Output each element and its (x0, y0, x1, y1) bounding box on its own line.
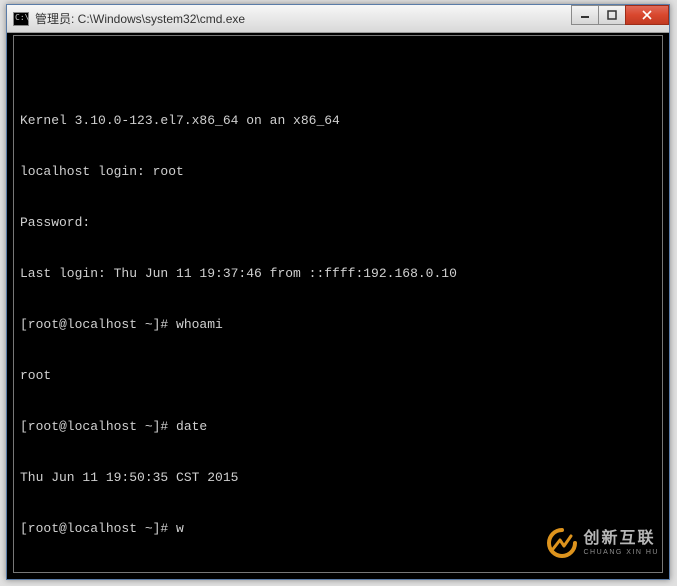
command-prompt-window: 管理员: C:\Windows\system32\cmd.exe Kernel … (6, 4, 670, 580)
terminal-line: [root@localhost ~]# w (20, 520, 656, 537)
terminal-line: Last login: Thu Jun 11 19:37:46 from ::f… (20, 265, 656, 282)
terminal-line: 19:50:36 up 16 min, 2 users, load averag… (20, 571, 656, 573)
maximize-icon (607, 10, 617, 20)
cmd-icon (13, 12, 29, 26)
terminal-line: Password: (20, 214, 656, 231)
close-button[interactable] (625, 5, 669, 25)
terminal-line: [root@localhost ~]# whoami (20, 316, 656, 333)
terminal-line: Kernel 3.10.0-123.el7.x86_64 on an x86_6… (20, 112, 656, 129)
window-controls (572, 5, 669, 25)
minimize-icon (580, 10, 590, 20)
terminal-line: [root@localhost ~]# date (20, 418, 656, 435)
terminal-line: Thu Jun 11 19:50:35 CST 2015 (20, 469, 656, 486)
terminal-line: root (20, 367, 656, 384)
titlebar[interactable]: 管理员: C:\Windows\system32\cmd.exe (7, 5, 669, 33)
terminal-output[interactable]: Kernel 3.10.0-123.el7.x86_64 on an x86_6… (13, 35, 663, 573)
maximize-button[interactable] (598, 5, 626, 25)
minimize-button[interactable] (571, 5, 599, 25)
terminal-line: localhost login: root (20, 163, 656, 180)
close-icon (641, 10, 653, 20)
